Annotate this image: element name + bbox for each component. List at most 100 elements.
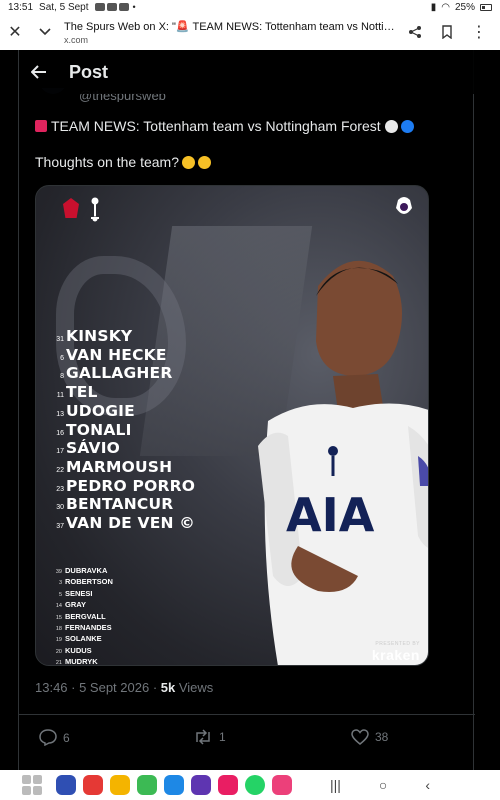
player-number: 8 (60, 373, 64, 381)
player-number: 21 (55, 660, 62, 666)
player-name: TONALI (66, 420, 132, 439)
notes-app-icon[interactable] (110, 775, 130, 795)
player-name: KUDUS (65, 645, 92, 655)
player-number: 3 (58, 580, 62, 587)
status-bar: 13:51 Sat, 5 Sept • ▮ ◠ 25% (0, 0, 500, 14)
starter-row: 31 KINSKY (52, 327, 272, 346)
page-title: The Spurs Web on X: "🚨 TEAM NEWS: Totten… (64, 20, 400, 33)
starter-row: 23 PEDRO PORRO (52, 477, 272, 496)
substitute-row: 39 DUBRAVKA (50, 566, 170, 577)
recents-icon[interactable]: ||| (330, 777, 341, 793)
substitute-row: 5 SENESI (50, 589, 170, 600)
player-name: ROBERTSON (65, 577, 113, 587)
tottenham-crest-icon (91, 197, 99, 222)
post-timestamp[interactable]: 13:46 · 5 Sept 2026 · (35, 680, 161, 695)
calendar-app-icon[interactable] (137, 775, 157, 795)
repost-button[interactable]: 1 (193, 729, 226, 745)
player-number: 18 (55, 626, 62, 632)
substitute-row: 20 KUDUS (50, 646, 170, 657)
like-count: 38 (375, 730, 389, 744)
starter-row: 30 BENTANCUR (52, 495, 272, 514)
x-app: @thespursweb Post TEAM NEWS: Tottenham t… (0, 50, 500, 770)
post-column: @thespursweb Post TEAM NEWS: Tottenham t… (18, 50, 475, 770)
app-drawer-icon[interactable] (22, 775, 42, 795)
settings-app-icon[interactable] (56, 775, 76, 795)
tweet-headline: TEAM NEWS: Tottenham team vs Nottingham … (51, 118, 381, 134)
starter-row: 8 GALLAGHER (52, 364, 272, 383)
siren-emoji-icon (35, 120, 47, 132)
player-number: 20 (55, 648, 62, 655)
player-number: 14 (55, 603, 62, 610)
player-number: 16 (56, 429, 64, 437)
player-name: MUDRYK (65, 657, 98, 666)
chevron-down-icon[interactable] (30, 17, 60, 47)
sponsor-block: PRESENTED BY kraken (372, 641, 420, 663)
like-button[interactable]: 38 (351, 729, 388, 745)
player-number: 17 (56, 448, 64, 456)
repost-count: 1 (219, 730, 226, 744)
repost-icon (196, 729, 210, 745)
tweet-text-line2: Thoughts on the team? (35, 154, 455, 170)
team-news-image[interactable]: AIA 31 KINSKY 6 VAN HECKE 8 GALLAGHER 11 TEL 13 U… (35, 185, 429, 666)
player-number: 37 (56, 523, 64, 530)
back-icon[interactable]: ‹ (425, 777, 430, 793)
reply-button[interactable]: 6 (39, 729, 70, 746)
back-arrow-icon[interactable] (19, 65, 59, 79)
lock-icon: ▮ (430, 1, 437, 13)
views-label: Views (175, 680, 214, 695)
substitute-row: 3 ROBERTSON (50, 577, 170, 588)
reply-count: 6 (63, 730, 70, 745)
reply-icon (39, 729, 57, 746)
thinking-face-emoji-icon (198, 156, 211, 169)
post-header: Post (19, 50, 475, 94)
divider (19, 714, 475, 715)
substitute-row: 14 GRAY (50, 600, 170, 611)
player-name: SÁVIO (66, 439, 121, 458)
player-number: 19 (55, 637, 62, 644)
notification-icon (118, 3, 129, 11)
substitute-row: 21 MUDRYK (50, 657, 170, 666)
starter-row: 16 TONALI (52, 421, 272, 440)
substitute-row: 15 BERGVALL (50, 612, 170, 623)
player-name: BERGVALL (65, 611, 106, 621)
bookmark-icon[interactable] (432, 17, 462, 47)
status-date: Sat, 5 Sept (39, 1, 89, 13)
system-navigation-bar: ||| ○ ‹ (0, 770, 500, 800)
notification-icon (106, 3, 117, 11)
flower-app-icon[interactable] (272, 775, 292, 795)
player-number: 30 (56, 504, 64, 512)
pointing-down-emoji-icon (182, 156, 195, 169)
battery-percent: 25% (454, 1, 475, 13)
player-name: PEDRO PORRO (66, 476, 196, 495)
heart-icon (351, 729, 369, 745)
player-name: GRAY (65, 600, 86, 610)
player-name: VAN DE VEN © (66, 514, 196, 532)
starter-row: 6 VAN HECKE (52, 346, 272, 365)
home-icon[interactable]: ○ (379, 777, 387, 793)
flipboard-app-icon[interactable] (83, 775, 103, 795)
system-buttons: ||| ○ ‹ (330, 777, 430, 793)
player-name: VAN HECKE (66, 345, 167, 364)
player-name: SOLANKE (65, 634, 102, 644)
player-name: BENTANCUR (66, 495, 174, 514)
browser-app-icon[interactable] (191, 775, 211, 795)
header-title: Post (69, 61, 109, 82)
messages-app-icon[interactable] (164, 775, 184, 795)
starter-row: 37 VAN DE VEN © (52, 514, 272, 533)
player-number: 13 (56, 410, 64, 418)
share-icon[interactable] (400, 17, 430, 47)
app-dock (56, 775, 292, 795)
battery-icon (480, 3, 492, 11)
close-icon[interactable]: ✕ (0, 17, 30, 47)
page-title-area[interactable]: The Spurs Web on X: "🚨 TEAM NEWS: Totten… (60, 20, 400, 45)
more-icon[interactable]: ⋮ (464, 17, 494, 47)
blue-circle-emoji-icon (400, 120, 414, 133)
camera-app-icon[interactable] (218, 775, 238, 795)
whatsapp-app-icon[interactable] (245, 775, 265, 795)
player-name: UDOGIE (66, 401, 135, 420)
status-time: 13:51 (8, 1, 34, 13)
starter-row: 11 TEL (52, 383, 272, 402)
substitute-row: 18 FERNANDES (50, 623, 170, 634)
browser-toolbar: ✕ The Spurs Web on X: "🚨 TEAM NEWS: Tott… (0, 14, 500, 50)
starter-row: 13 UDOGIE (52, 402, 272, 421)
